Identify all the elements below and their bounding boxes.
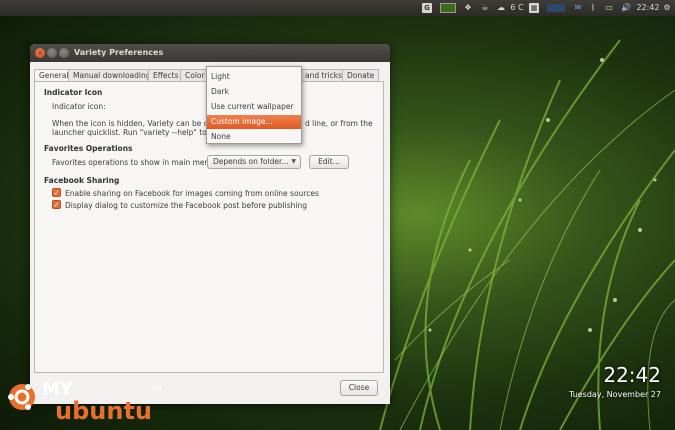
weather-text[interactable]: 6 C xyxy=(508,0,526,16)
indicator-label: Indicator icon: xyxy=(52,102,106,111)
window-title: Variety Preferences xyxy=(74,48,164,57)
minimize-button[interactable] xyxy=(47,48,57,58)
customize-post-label: Display dialog to customize the Facebook… xyxy=(65,201,307,210)
favorites-label: Favorites operations to show in main men… xyxy=(52,158,217,167)
desktop-clock: 22:42 xyxy=(603,363,661,387)
top-panel: G ❖ ☕ ☁ 6 C ▦ ✉ ᛒ ▭ 🔊 22:42 ⚙ xyxy=(0,0,675,16)
volume-icon[interactable]: 🔊 xyxy=(619,0,633,16)
facebook-heading: Facebook Sharing xyxy=(44,176,120,185)
chevron-down-icon: ▼ xyxy=(291,158,296,165)
gear-icon[interactable]: ⚙ xyxy=(661,0,673,16)
indicator-heading: Indicator Icon xyxy=(44,88,103,97)
thumbnail-icon[interactable] xyxy=(438,0,458,16)
menu-item-none[interactable]: None xyxy=(207,130,301,144)
dropbox-icon[interactable]: ❖ xyxy=(460,0,476,16)
myubuntu-logo: MY .ru ubuntu xyxy=(0,375,180,430)
close-button[interactable]: Close xyxy=(340,380,378,396)
network-icon[interactable] xyxy=(545,0,567,16)
title-bar[interactable]: × Variety Preferences xyxy=(30,44,390,62)
menu-item-light[interactable]: Light xyxy=(207,70,301,84)
battery-icon[interactable]: ▭ xyxy=(600,0,618,16)
close-window-button[interactable]: × xyxy=(35,48,45,58)
logo-ubuntu: ubuntu xyxy=(55,397,152,425)
tab-effects[interactable]: Effects xyxy=(148,69,184,81)
indicator-help-1b: d line, or from the xyxy=(305,119,373,128)
coffee-icon[interactable]: ☕ xyxy=(478,0,492,16)
logo-ru: .ru xyxy=(150,383,163,393)
menu-item-use-current-wallpaper[interactable]: Use current wallpaper xyxy=(207,100,301,114)
menu-item-dark[interactable]: Dark xyxy=(207,85,301,99)
mail-icon[interactable]: ✉ xyxy=(571,0,585,16)
enable-sharing-checkbox[interactable]: ✓ xyxy=(52,188,61,197)
desktop-date: Tuesday, November 27 xyxy=(569,390,661,399)
enable-sharing-label: Enable sharing on Facebook for images co… xyxy=(65,189,319,198)
customize-post-checkbox[interactable]: ✓ xyxy=(52,200,61,209)
tab-tips-and-tricks[interactable]: and tricks xyxy=(300,69,347,81)
indicator-g-icon[interactable]: G xyxy=(422,3,432,13)
menu-item-custom-image[interactable]: Custom image... xyxy=(207,115,301,129)
favorites-combo[interactable]: Depends on folder... ▼ xyxy=(207,155,301,169)
indicator-icon-dropdown: Light Dark Use current wallpaper Custom … xyxy=(206,66,302,144)
calendar-icon[interactable]: ▦ xyxy=(529,3,539,13)
tab-donate[interactable]: Donate xyxy=(342,69,380,81)
maximize-button[interactable] xyxy=(59,48,69,58)
favorites-heading: Favorites Operations xyxy=(44,144,133,153)
edit-button[interactable]: Edit... xyxy=(309,155,349,169)
indicator-help-2: launcher quicklist. Run "variety --help"… xyxy=(52,128,230,137)
panel-clock[interactable]: 22:42 xyxy=(636,0,660,16)
bluetooth-icon[interactable]: ᛒ xyxy=(588,0,598,16)
indicator-help-1: When the icon is hidden, Variety can be … xyxy=(52,119,213,128)
cloud-icon[interactable]: ☁ xyxy=(494,0,508,16)
favorites-combo-value: Depends on folder... xyxy=(213,157,289,166)
tab-manual-downloading[interactable]: Manual downloading xyxy=(68,69,156,81)
